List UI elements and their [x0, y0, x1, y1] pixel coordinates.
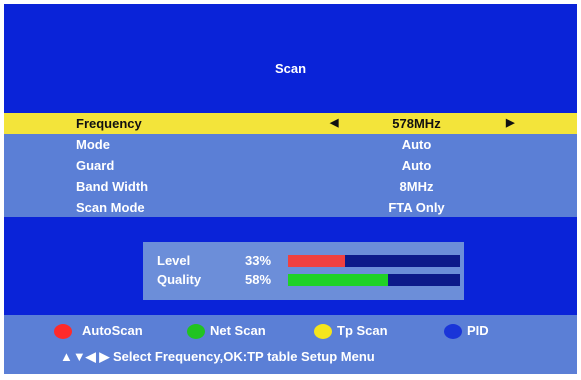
scan-settings-menu: Frequency ◀ 578MHz ▶ Mode Auto Guard Aut…	[4, 113, 577, 217]
net-scan-hint[interactable]: Net Scan	[210, 323, 266, 338]
green-button-icon	[187, 324, 205, 339]
level-bar	[288, 255, 460, 267]
blue-button-icon	[444, 324, 462, 339]
pid-hint[interactable]: PID	[467, 323, 489, 338]
help-text: Select Frequency,OK:TP table Setup Menu	[112, 349, 375, 364]
scan-mode-value: FTA Only	[388, 200, 445, 215]
yellow-button-icon	[314, 324, 332, 339]
page-title: Scan	[274, 61, 307, 76]
menu-item-frequency[interactable]: Frequency ◀ 578MHz ▶	[4, 113, 577, 134]
menu-item-label: Frequency	[76, 116, 142, 131]
level-meter: Level 33%	[143, 252, 464, 270]
menu-item-label: Scan Mode	[76, 200, 145, 215]
menu-item-band-width[interactable]: Band Width 8MHz	[4, 176, 577, 197]
level-label: Level	[157, 253, 191, 268]
frequency-value: 578MHz	[392, 116, 441, 131]
quality-meter: Quality 58%	[143, 271, 464, 289]
guard-value: Auto	[401, 158, 432, 173]
menu-item-mode[interactable]: Mode Auto	[4, 134, 577, 155]
help-bar: AutoScan Net Scan Tp Scan PID ▲▼◀ ▶ Sele…	[4, 315, 577, 374]
menu-item-label: Guard	[76, 158, 115, 173]
red-button-icon	[54, 324, 72, 339]
level-bar-fill	[288, 255, 345, 267]
arrow-keys-icon: ▲▼◀ ▶	[60, 349, 110, 364]
quality-bar-fill	[288, 274, 388, 286]
menu-item-label: Mode	[76, 137, 110, 152]
mode-value: Auto	[401, 137, 432, 152]
right-arrow-icon[interactable]: ▶	[506, 116, 514, 129]
quality-label: Quality	[157, 272, 202, 287]
level-percent: 33%	[245, 253, 272, 268]
menu-item-label: Band Width	[76, 179, 149, 194]
scan-screen: Scan Frequency ◀ 578MHz ▶ Mode Auto Guar…	[4, 4, 577, 374]
tp-scan-hint[interactable]: Tp Scan	[337, 323, 388, 338]
navigation-help: ▲▼◀ ▶ Select Frequency,OK:TP table Setup…	[60, 349, 375, 365]
signal-meter-panel: Level 33% Quality 58%	[143, 242, 464, 300]
quality-bar	[288, 274, 460, 286]
menu-item-scan-mode[interactable]: Scan Mode FTA Only	[4, 197, 577, 218]
quality-percent: 58%	[245, 272, 272, 287]
autoscan-hint[interactable]: AutoScan	[82, 323, 143, 338]
band-width-value: 8MHz	[399, 179, 434, 194]
menu-item-guard[interactable]: Guard Auto	[4, 155, 577, 176]
